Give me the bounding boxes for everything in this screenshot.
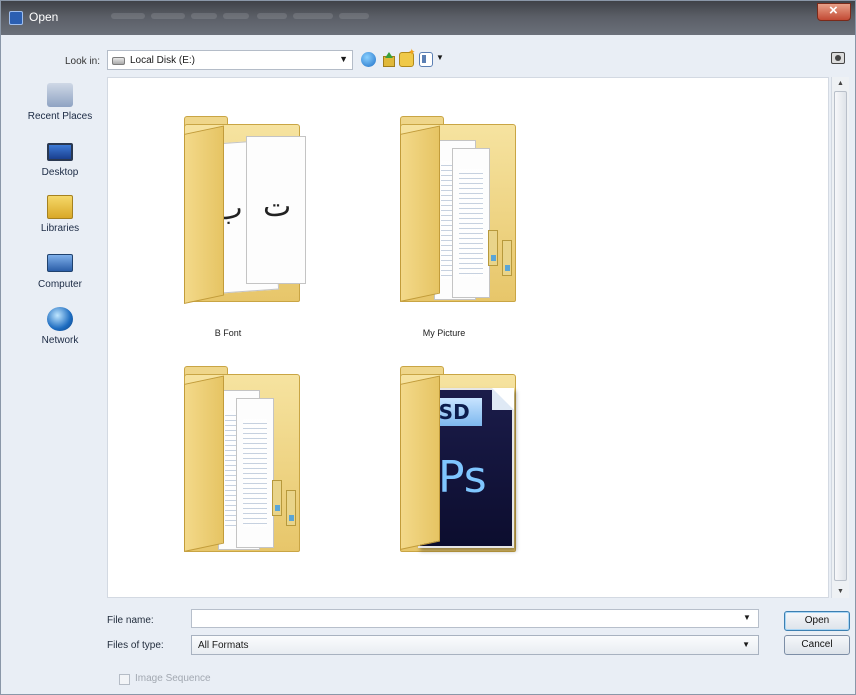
checkbox-box[interactable]: [119, 674, 130, 685]
folder-front-flap: [184, 375, 224, 552]
dialog-title: Open: [29, 10, 59, 24]
vertical-scrollbar[interactable]: ▲ ▼: [831, 77, 849, 598]
look-in-dropdown[interactable]: Local Disk (E:) ▼: [107, 50, 353, 70]
file-name-input[interactable]: [191, 609, 759, 628]
back-icon[interactable]: [361, 52, 376, 67]
scroll-up-arrow-icon[interactable]: ▲: [837, 80, 844, 87]
folder-front-flap: [184, 125, 224, 304]
folder-front-flap: [400, 375, 440, 550]
folder-item-b-font[interactable]: أ ب ت B Font: [128, 90, 328, 338]
document-sheet: [452, 148, 490, 298]
folder-clip: [488, 230, 498, 266]
font-glyph-text: ت: [263, 189, 292, 224]
network-icon: [47, 307, 73, 331]
page-fold-corner: [492, 388, 514, 410]
place-label: Network: [41, 335, 79, 346]
ps-mark: Ps: [438, 452, 487, 503]
look-in-value: Local Disk (E:): [130, 55, 196, 66]
files-of-type-dropdown[interactable]: All Formats ▼: [191, 635, 759, 655]
menu-ghost: [339, 13, 369, 19]
place-label: Computer: [38, 279, 82, 290]
menu-ghost: [293, 13, 333, 19]
new-folder-icon[interactable]: [399, 47, 416, 67]
files-of-type-label: Files of type:: [107, 640, 164, 651]
place-network[interactable]: Network: [19, 307, 101, 361]
folder-clip: [502, 240, 512, 276]
places-bar: Recent Places Desktop Libraries Computer…: [19, 77, 101, 597]
folder-item-my-picture[interactable]: My Picture: [344, 90, 544, 338]
menu-ghost: [151, 13, 185, 19]
open-dialog: Open Look in: Local Disk (E:) ▼ ▼ Recent…: [0, 0, 856, 695]
drive-icon: [112, 57, 125, 65]
files-of-type-value: All Formats: [198, 640, 249, 651]
chevron-down-icon: ▼: [339, 54, 348, 64]
folder-clip: [272, 480, 282, 516]
place-recent-places[interactable]: Recent Places: [19, 83, 101, 137]
photoshop-app-icon: [9, 11, 23, 25]
file-name-label: File name:: [107, 615, 154, 626]
psd-file-item[interactable]: PSD Ps: [344, 340, 544, 570]
cancel-button[interactable]: Cancel: [784, 635, 850, 655]
view-menu-icon[interactable]: [419, 52, 433, 67]
camera-icon[interactable]: [831, 52, 845, 64]
document-sheet: [236, 398, 274, 548]
text-lines: [459, 169, 483, 277]
place-computer[interactable]: Computer: [19, 251, 101, 305]
folder-label: B Font: [214, 328, 242, 338]
place-label: Recent Places: [27, 111, 93, 122]
folder-clip: [286, 490, 296, 526]
open-button[interactable]: Open: [784, 611, 850, 631]
folder-front-flap: [400, 125, 440, 302]
menu-ghost: [223, 13, 249, 19]
up-folder-icon[interactable]: [381, 52, 396, 67]
title-bar[interactable]: Open: [1, 1, 855, 35]
place-label: Desktop: [41, 167, 79, 178]
chevron-down-icon[interactable]: ▼: [743, 613, 751, 622]
folder-item-unnamed[interactable]: [128, 340, 328, 570]
scroll-thumb[interactable]: [834, 91, 847, 581]
menu-ghost: [257, 13, 287, 19]
desktop-icon: [47, 143, 73, 161]
font-sheet: ت: [246, 136, 306, 284]
file-list-pane[interactable]: أ ب ت B Font My Picture PSD Ps: [107, 77, 829, 598]
text-lines: [243, 419, 267, 527]
recent-places-icon: [47, 83, 73, 107]
look-in-label: Look in:: [65, 56, 101, 67]
menu-ghost: [111, 13, 145, 19]
computer-icon: [47, 254, 73, 272]
close-button[interactable]: [817, 2, 851, 21]
place-libraries[interactable]: Libraries: [19, 195, 101, 249]
place-desktop[interactable]: Desktop: [19, 139, 101, 193]
view-menu-chevron-icon[interactable]: ▼: [436, 53, 444, 62]
menu-ghost: [191, 13, 217, 19]
image-sequence-label: Image Sequence: [135, 673, 211, 684]
place-label: Libraries: [40, 223, 80, 234]
scroll-down-arrow-icon[interactable]: ▼: [837, 588, 844, 595]
chevron-down-icon: ▼: [742, 640, 750, 649]
folder-label: My Picture: [422, 328, 466, 338]
libraries-icon: [47, 195, 73, 219]
